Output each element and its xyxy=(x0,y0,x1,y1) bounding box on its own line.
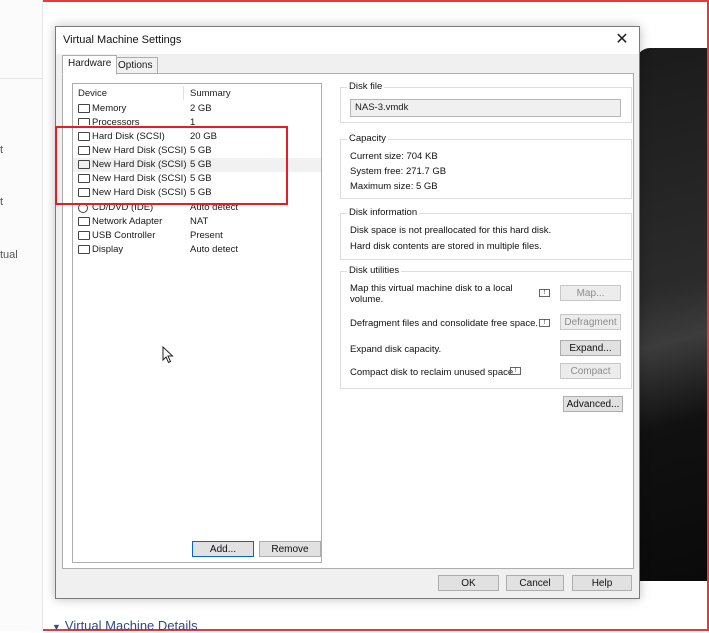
column-header-device[interactable]: Device xyxy=(78,88,107,99)
device-name: Memory xyxy=(92,103,127,114)
map-button[interactable]: Map... xyxy=(560,285,621,301)
page-frame-top xyxy=(0,0,709,2)
device-summary: NAT xyxy=(190,216,209,227)
processor-icon xyxy=(78,118,90,125)
display-icon xyxy=(78,245,90,254)
group-title: Disk utilities xyxy=(347,265,402,276)
device-summary: Auto detect xyxy=(190,244,239,255)
disk-file-group: Disk file NAS-3.vmdk xyxy=(340,81,632,123)
annotation-highlight-box xyxy=(55,126,288,205)
background-text-fragment: t xyxy=(0,144,4,156)
disk-info-line: Disk space is not preallocated for this … xyxy=(350,225,552,236)
group-title: Capacity xyxy=(347,133,388,144)
remove-device-button[interactable]: Remove xyxy=(259,541,321,557)
network-adapter-icon xyxy=(78,217,90,226)
background-divider xyxy=(0,78,42,79)
device-name: Processors xyxy=(92,117,140,125)
device-summary: 1 xyxy=(190,117,196,125)
disk-utilities-group: Disk utilities Map this virtual machine … xyxy=(340,265,632,389)
device-row-memory[interactable]: Memory 2 GB xyxy=(73,102,321,116)
usb-icon xyxy=(78,231,90,240)
device-row-processors[interactable]: Processors 1 xyxy=(73,116,321,125)
add-device-button[interactable]: Add... xyxy=(192,541,254,557)
background-text-fragment: t xyxy=(0,196,4,208)
background-left-panel xyxy=(0,0,43,631)
map-description: Map this virtual machine disk to a local xyxy=(350,283,513,294)
system-free: System free: 271.7 GB xyxy=(350,166,447,177)
expand-button[interactable]: Expand... xyxy=(560,340,621,356)
device-name: Network Adapter xyxy=(92,216,163,227)
background-vm-preview xyxy=(636,48,707,581)
info-icon: ! xyxy=(539,319,550,327)
help-button[interactable]: Help xyxy=(572,575,632,591)
group-title: Disk file xyxy=(347,81,385,92)
dialog-title: Virtual Machine Settings xyxy=(63,34,182,46)
tab-hardware[interactable]: Hardware xyxy=(62,55,118,75)
mouse-cursor-icon xyxy=(162,346,174,364)
device-row-display[interactable]: Display Auto detect xyxy=(73,243,321,257)
disk-information-group: Disk information Disk space is not preal… xyxy=(340,207,632,260)
info-icon: ! xyxy=(539,289,550,297)
disk-info-line: Hard disk contents are stored in multipl… xyxy=(350,241,542,252)
device-summary: 2 GB xyxy=(190,103,212,114)
device-summary: Present xyxy=(190,230,223,241)
info-icon: ! xyxy=(510,367,521,375)
advanced-button[interactable]: Advanced... xyxy=(563,396,623,412)
device-row-network-adapter[interactable]: Network Adapter NAT xyxy=(73,215,321,229)
device-name: Display xyxy=(92,244,124,255)
capacity-group: Capacity Current size: 704 KB System fre… xyxy=(340,133,632,199)
expand-description: Expand disk capacity. xyxy=(350,344,442,355)
current-size: Current size: 704 KB xyxy=(350,151,438,162)
device-row-usb-controller[interactable]: USB Controller Present xyxy=(73,229,321,243)
cancel-button[interactable]: Cancel xyxy=(506,575,564,591)
maximum-size: Maximum size: 5 GB xyxy=(350,181,438,192)
vm-settings-dialog: Virtual Machine Settings ✕ Hardware Opti… xyxy=(55,26,640,599)
defragment-button[interactable]: Defragment xyxy=(560,314,621,330)
ok-button[interactable]: OK xyxy=(438,575,499,591)
map-description: volume. xyxy=(350,294,384,305)
compact-button[interactable]: Compact xyxy=(560,363,621,379)
close-icon[interactable]: ✕ xyxy=(611,30,633,50)
device-list-header: Device Summary xyxy=(73,84,321,102)
column-separator xyxy=(183,86,184,100)
device-name: USB Controller xyxy=(92,230,156,241)
column-header-summary[interactable]: Summary xyxy=(190,88,231,99)
compact-description: Compact disk to reclaim unused space. xyxy=(350,367,516,378)
memory-icon xyxy=(78,104,90,113)
disk-file-field[interactable]: NAS-3.vmdk xyxy=(350,99,621,117)
group-title: Disk information xyxy=(347,207,420,218)
dialog-titlebar[interactable]: Virtual Machine Settings ✕ xyxy=(56,27,639,54)
defrag-description: Defragment files and consolidate free sp… xyxy=(350,318,538,329)
background-text-fragment: tual xyxy=(0,249,18,261)
